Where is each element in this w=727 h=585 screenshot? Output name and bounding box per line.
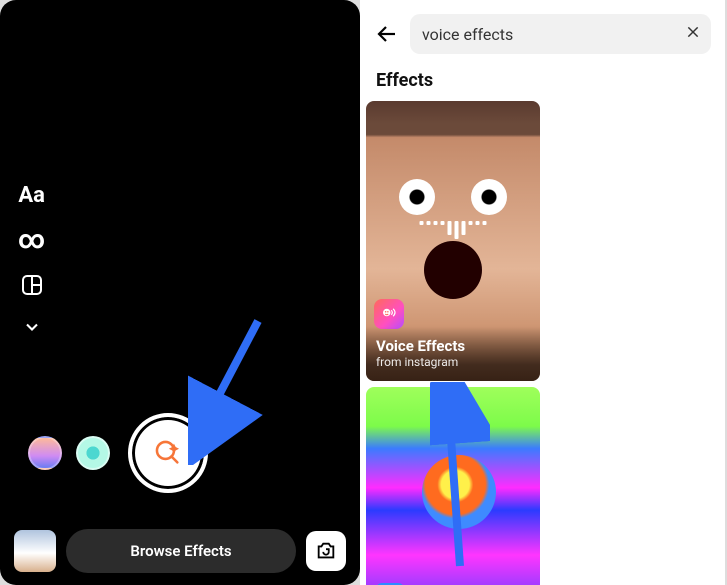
voice-effect-badge	[374, 299, 404, 329]
layout-icon	[20, 273, 44, 297]
effect-thumb-2[interactable]	[76, 436, 110, 470]
section-title: Effects	[360, 54, 725, 101]
text-tool[interactable]: Aa	[18, 185, 45, 207]
flip-camera-button[interactable]	[306, 531, 346, 571]
arrow-left-icon	[375, 22, 399, 46]
effect-thumb-1[interactable]	[28, 436, 62, 470]
shutter-button[interactable]	[128, 413, 208, 493]
effect-author: from instagram	[376, 355, 530, 369]
flip-camera-icon	[315, 540, 337, 562]
gallery-button[interactable]	[14, 530, 56, 572]
back-button[interactable]	[374, 21, 400, 47]
clear-search-button[interactable]	[685, 24, 701, 44]
card-overlay: Voice Effects from instagram	[366, 327, 540, 381]
search-value: voice effects	[422, 25, 513, 44]
chevron-down-icon	[22, 317, 42, 337]
search-input[interactable]: voice effects	[410, 14, 711, 54]
audio-wave-icon	[420, 221, 487, 239]
browse-effects-button[interactable]: Browse Effects	[66, 529, 296, 573]
psychedelic-face	[422, 455, 496, 529]
camera-view: Aa ∞ Browse Effects	[0, 0, 360, 585]
layout-tool[interactable]	[20, 273, 44, 297]
shutter-inner	[137, 422, 199, 484]
voice-emoji-icon	[380, 305, 398, 323]
more-tools[interactable]	[22, 317, 42, 337]
effects-search-view: voice effects Effects Voice Effects from…	[360, 0, 725, 585]
results-grid: Voice Effects from instagram Squishi fro…	[360, 101, 725, 585]
effect-name: Voice Effects	[376, 337, 530, 355]
effect-card-squishi[interactable]: Squishi from maggiequinn. io	[366, 387, 540, 585]
boomerang-tool[interactable]: ∞	[18, 227, 45, 253]
effects-sparkle-icon	[151, 436, 185, 470]
bottom-bar: Browse Effects	[0, 529, 360, 573]
effect-carousel[interactable]	[0, 413, 360, 493]
search-header: voice effects	[360, 0, 725, 54]
story-tool-column: Aa ∞	[18, 185, 45, 337]
effect-card-voice-effects[interactable]: Voice Effects from instagram	[366, 101, 540, 381]
close-icon	[685, 24, 701, 40]
